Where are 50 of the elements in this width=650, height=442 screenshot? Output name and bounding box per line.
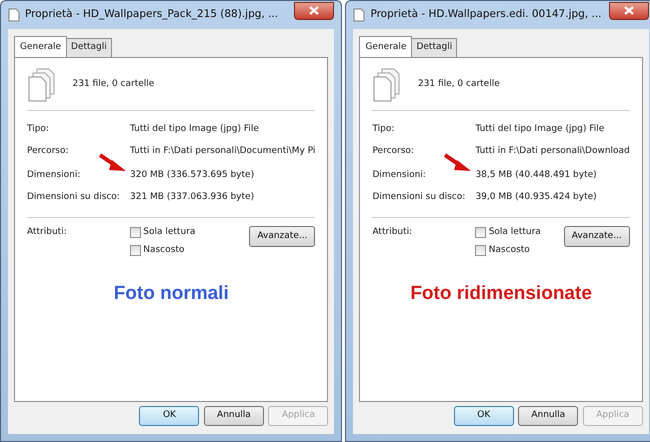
checkbox[interactable] [475,226,486,238]
property-value: 39,0 MB (40.935.424 byte) [475,190,597,204]
window-title: Proprietà - HD.Wallpapers.edi. 00147.jpg, ... [370,7,603,22]
dialog-button[interactable]: Annulla [518,406,578,426]
caption-text: Foto normali [112,282,230,306]
property-value: 320 MB (336.573.695 byte) [130,168,254,182]
caption-text: Foto ridimensionate [409,282,593,306]
checkbox[interactable] [130,226,141,238]
property-label: Dimensioni su disco: [372,190,466,204]
dialog-button[interactable]: OK [139,406,200,426]
property-value: Tutti in F:\Dati personali\Documenti\My Pi [130,144,316,158]
close-icon [309,6,320,16]
dialog-button[interactable]: OK [454,406,514,426]
property-label: Dimensioni: [27,168,82,182]
advanced-button[interactable]: Avanzate... [564,226,630,247]
document-icon [353,8,366,22]
checkbox-label[interactable]: Nascosto [143,244,184,257]
checkbox-label[interactable]: Nascosto [488,244,530,257]
arrow-icon [99,152,126,170]
attributes-label: Attributi: [372,226,414,238]
file-count: 231 file, 0 cartelle [418,78,500,91]
property-value: 38,5 MB (40.448.491 byte) [475,168,597,182]
checkbox-label[interactable]: Sola lettura [143,226,196,239]
document-icon [8,8,20,22]
close-icon [624,6,634,16]
advanced-button[interactable]: Avanzate... [249,226,316,247]
tab[interactable]: Generale [359,36,412,58]
property-value: Tutti in F:\Dati personali\Download [475,144,630,158]
attributes-label: Attributi: [27,226,68,238]
property-label: Dimensioni: [372,168,427,182]
tab[interactable]: Generale [14,36,68,58]
property-label: Tipo: [27,122,50,136]
property-value: Tutti del tipo Image (jpg) File [475,122,604,136]
property-value: Tutti del tipo Image (jpg) File [130,122,259,136]
property-label: Percorso: [372,144,415,158]
close-button[interactable] [294,2,334,20]
checkbox[interactable] [130,244,141,256]
property-value: 321 MB (337.063.936 byte) [130,190,254,204]
file-count: 231 file, 0 cartelle [72,78,154,91]
dialog-button[interactable]: Annulla [204,406,264,426]
checkbox-label[interactable]: Sola lettura [488,226,541,239]
tab[interactable]: Dettagli [66,38,112,56]
window-title: Proprietà - HD_Wallpapers_Pack_215 (88).jpg, ... [25,7,280,22]
property-label: Dimensioni su disco: [27,190,121,204]
checkbox[interactable] [475,244,486,256]
close-button[interactable] [608,2,649,20]
tab[interactable]: Dettagli [411,38,458,56]
arrow-icon [444,152,472,170]
property-label: Tipo: [372,122,396,136]
property-label: Percorso: [27,144,70,158]
